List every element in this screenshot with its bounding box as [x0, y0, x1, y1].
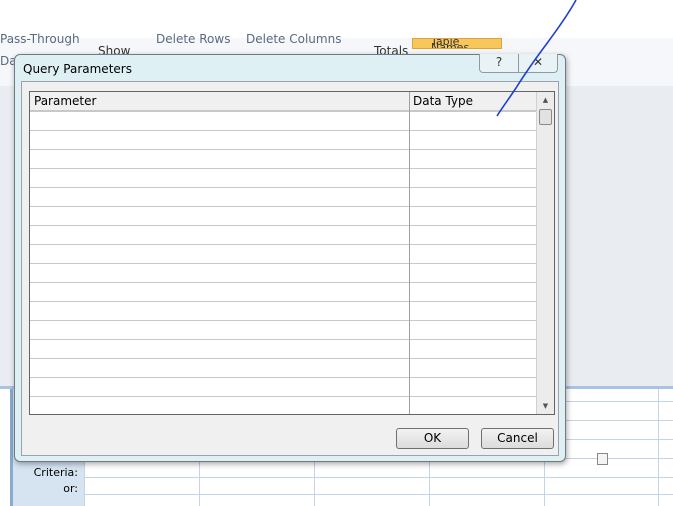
delete-columns-button[interactable]: Delete Columns: [246, 32, 341, 46]
scroll-down-arrow-icon[interactable]: ▼: [537, 398, 554, 414]
header-parameter[interactable]: Parameter: [34, 94, 96, 108]
close-button[interactable]: ✕: [519, 54, 557, 72]
scroll-thumb[interactable]: [539, 109, 552, 125]
parameter-row[interactable]: [30, 263, 536, 282]
data-definition-button[interactable]: Data: [0, 54, 14, 68]
scroll-up-arrow-icon[interactable]: ▲: [537, 92, 554, 108]
parameter-row[interactable]: [30, 282, 536, 301]
parameter-row[interactable]: [30, 320, 536, 339]
parameter-row[interactable]: [30, 206, 536, 225]
show-checkbox[interactable]: [597, 453, 608, 465]
parameter-row[interactable]: [30, 168, 536, 187]
parameter-row[interactable]: [30, 301, 536, 320]
grid-column[interactable]: [658, 389, 659, 506]
help-button[interactable]: ?: [480, 54, 519, 72]
pass-through-button[interactable]: Pass-Through: [0, 32, 80, 46]
column-divider[interactable]: [409, 92, 410, 414]
criteria-label: Criteria:: [33, 466, 78, 479]
or-label: or:: [63, 482, 78, 495]
table-header: Parameter Data Type: [30, 92, 536, 111]
parameter-row[interactable]: [30, 396, 536, 415]
parameter-row[interactable]: [30, 130, 536, 149]
grid-row: [84, 477, 673, 478]
grid-row: [84, 494, 673, 495]
parameters-table[interactable]: Parameter Data Type ▲ ▼: [29, 91, 555, 415]
parameter-row[interactable]: [30, 111, 536, 130]
parameter-row[interactable]: [30, 225, 536, 244]
parameter-row[interactable]: [30, 339, 536, 358]
parameter-row[interactable]: [30, 149, 536, 168]
cancel-button[interactable]: Cancel: [481, 428, 554, 449]
dialog-title: Query Parameters: [23, 62, 132, 76]
query-parameters-dialog: Query Parameters ? ✕ Parameter Data Type…: [14, 54, 566, 462]
parameter-row[interactable]: [30, 358, 536, 377]
table-names-button[interactable]: Table Names: [412, 38, 502, 49]
parameter-row[interactable]: [30, 187, 536, 206]
ok-button[interactable]: OK: [396, 428, 469, 449]
vertical-scrollbar[interactable]: ▲ ▼: [536, 92, 554, 414]
parameter-row[interactable]: [30, 244, 536, 263]
dialog-body: Parameter Data Type ▲ ▼ OK Cancel: [21, 81, 559, 456]
delete-rows-button[interactable]: Delete Rows: [156, 32, 230, 46]
header-data-type[interactable]: Data Type: [413, 94, 473, 108]
parameter-row[interactable]: [30, 377, 536, 396]
